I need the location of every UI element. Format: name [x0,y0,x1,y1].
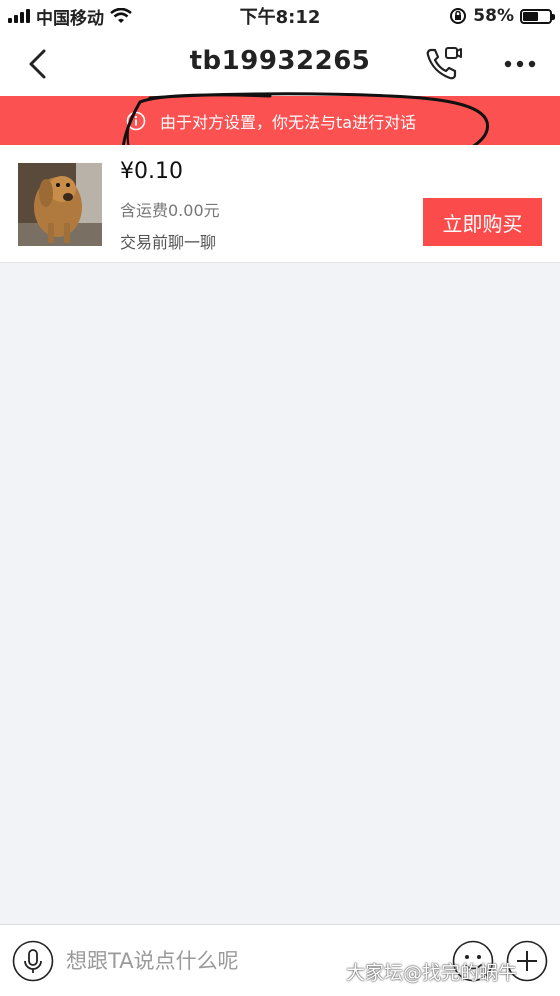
product-thumbnail-dog-photo[interactable] [18,163,102,246]
chat-header: tb19932265 [0,32,560,96]
message-input-bar [0,924,560,996]
chat-blocked-notice: 由于对方设置，你无法与ta进行对话 [0,96,560,145]
product-price: ¥0.10 [120,159,183,184]
plus-icon[interactable] [506,940,548,982]
product-card: ¥0.10 含运费0.00元 交易前聊一聊 立即购买 [0,145,560,263]
notice-text: 由于对方设置，你无法与ta进行对话 [160,112,417,132]
microphone-icon[interactable] [12,940,54,982]
wifi-icon [110,8,132,23]
emoji-icon[interactable] [452,940,494,982]
status-bar: 中国移动 下午8:12 58% [0,0,560,32]
carrier-name: 中国移动 [36,8,104,29]
page-title: tb19932265 [189,46,371,76]
battery-percent: 58% [473,6,514,26]
chat-before-buy-hint: 交易前聊一聊 [120,233,217,252]
more-dots-icon[interactable] [498,46,542,82]
voice-video-call-icon[interactable] [423,44,463,84]
battery-icon [520,8,555,24]
status-right: 58% [449,6,555,26]
shipping-fee: 含运费0.00元 [120,201,220,220]
signal-bars-icon [8,9,30,23]
orientation-lock-icon [450,8,467,24]
message-input[interactable] [66,937,436,985]
buy-now-button[interactable]: 立即购买 [423,198,542,246]
status-left: 中国移动 [0,4,132,29]
battery-level-fill [523,11,539,21]
info-circle-icon [126,111,146,130]
